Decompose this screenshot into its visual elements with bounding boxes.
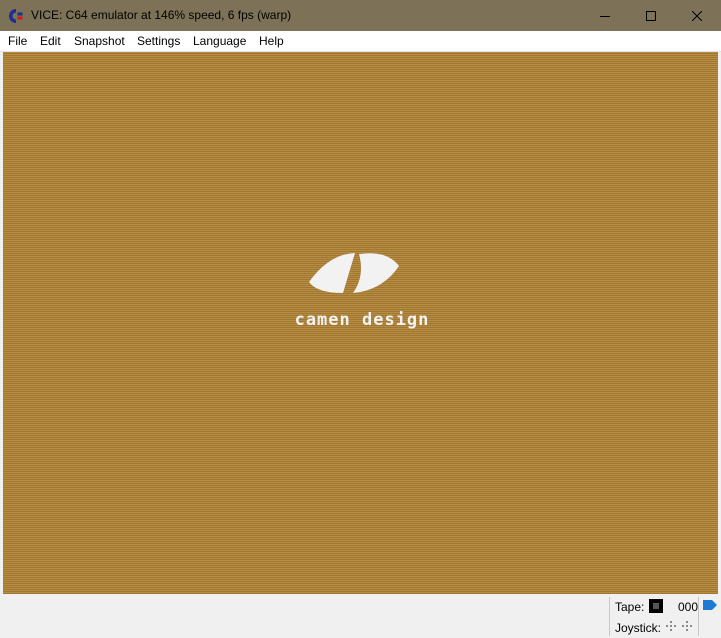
menu-help[interactable]: Help [259,34,284,48]
minimize-button[interactable] [582,0,628,31]
logo-text: camen design [294,310,430,330]
minimize-icon [600,15,610,17]
window-title: VICE: C64 emulator at 146% speed, 6 fps … [31,8,292,22]
tape-stop-icon[interactable] [649,599,663,613]
joystick-indicator-icon[interactable] [664,619,696,633]
status-divider [609,597,610,636]
status-bar: Tape: 000 Joystick: [0,595,721,638]
menu-settings[interactable]: Settings [137,34,180,48]
close-icon [692,10,702,21]
status-divider [698,597,699,636]
tape-counter: 000 [678,600,699,614]
menu-file[interactable]: File [8,34,27,48]
commodore-logo-icon [9,9,23,23]
joystick-label: Joystick: [615,621,662,635]
close-button[interactable] [674,0,720,31]
maximize-icon [646,10,656,21]
title-bar[interactable]: VICE: C64 emulator at 146% speed, 6 fps … [0,0,721,31]
emulator-screen[interactable]: camen design [3,52,718,594]
menu-language[interactable]: Language [193,34,246,48]
menu-edit[interactable]: Edit [40,34,61,48]
volume-slider-thumb-icon[interactable] [702,599,718,611]
menu-bar: File Edit Snapshot Settings Language Hel… [0,31,721,52]
tape-label: Tape: [615,600,645,614]
maximize-button[interactable] [628,0,674,31]
menu-snapshot[interactable]: Snapshot [74,34,125,48]
eye-logo-icon [309,253,399,293]
